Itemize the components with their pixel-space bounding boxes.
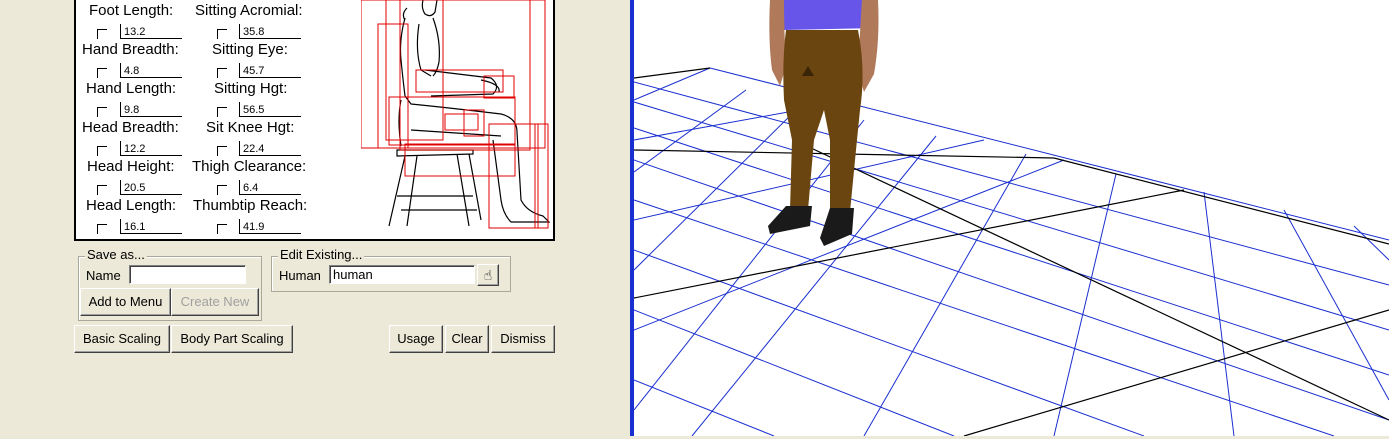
seated-figure-diagram <box>361 0 551 229</box>
3d-viewport[interactable] <box>630 0 1389 437</box>
clear-button[interactable]: Clear <box>445 325 489 353</box>
label-sit-knee-hgt: Sit Knee Hgt: <box>206 119 295 136</box>
edit-existing-legend: Edit Existing... <box>278 247 365 262</box>
field-sitting-eye[interactable]: 45.7 <box>239 63 301 78</box>
checkbox-foot-length[interactable] <box>97 29 107 39</box>
label-thumbtip-reach: Thumbtip Reach: <box>193 197 308 214</box>
field-head-height[interactable]: 20.5 <box>120 180 182 195</box>
label-hand-length: Hand Length: <box>86 80 177 97</box>
checkbox-sitting-eye[interactable] <box>217 68 227 78</box>
checkbox-hand-breadth[interactable] <box>97 68 107 78</box>
checkbox-thigh-clearance[interactable] <box>217 185 227 195</box>
field-foot-length[interactable]: 13.2 <box>120 24 182 39</box>
field-thigh-clearance[interactable]: 6.4 <box>239 180 301 195</box>
field-sitting-acromial[interactable]: 35.8 <box>239 24 301 39</box>
field-hand-length[interactable]: 9.8 <box>120 102 182 117</box>
name-input[interactable] <box>129 265 246 284</box>
label-foot-length: Foot Length: <box>89 2 174 19</box>
checkbox-sitting-hgt[interactable] <box>217 107 227 117</box>
basic-scaling-button[interactable]: Basic Scaling <box>74 325 170 353</box>
label-head-breadth: Head Breadth: <box>82 119 179 136</box>
save-as-legend: Save as... <box>85 247 147 262</box>
body-part-scaling-button[interactable]: Body Part Scaling <box>171 325 293 353</box>
label-sitting-hgt: Sitting Hgt: <box>214 80 288 97</box>
create-new-button: Create New <box>171 288 259 316</box>
checkbox-head-height[interactable] <box>97 185 107 195</box>
add-to-menu-button[interactable]: Add to Menu <box>80 288 171 316</box>
field-head-length[interactable]: 16.1 <box>120 219 182 234</box>
label-sitting-eye: Sitting Eye: <box>212 41 288 58</box>
human-label: Human <box>279 268 321 283</box>
dismiss-button[interactable]: Dismiss <box>491 325 555 353</box>
field-hand-breadth[interactable]: 4.8 <box>120 63 182 78</box>
checkbox-head-breadth[interactable] <box>97 146 107 156</box>
checkbox-sitting-acromial[interactable] <box>217 29 227 39</box>
field-head-breadth[interactable]: 12.2 <box>120 141 182 156</box>
label-head-length: Head Length: <box>86 197 177 214</box>
name-label: Name <box>86 268 121 283</box>
checkbox-hand-length[interactable] <box>97 107 107 117</box>
measurements-form: Foot Length: 13.2 Hand Breadth: 4.8 Hand… <box>74 0 555 241</box>
usage-button[interactable]: Usage <box>389 325 443 353</box>
label-thigh-clearance: Thigh Clearance: <box>192 158 307 175</box>
checkbox-head-length[interactable] <box>97 224 107 234</box>
hand-pointer-icon[interactable]: ☝ <box>477 264 499 286</box>
field-thumbtip-reach[interactable]: 41.9 <box>239 219 301 234</box>
label-sitting-acromial: Sitting Acromial: <box>195 2 303 19</box>
human-input[interactable]: human <box>329 265 475 284</box>
field-sit-knee-hgt[interactable]: 22.4 <box>239 141 301 156</box>
label-head-height: Head Height: <box>87 158 175 175</box>
checkbox-sit-knee-hgt[interactable] <box>217 146 227 156</box>
field-sitting-hgt[interactable]: 56.5 <box>239 102 301 117</box>
ground-grid <box>633 0 1389 437</box>
label-hand-breadth: Hand Breadth: <box>82 41 179 58</box>
anthropometry-panel: Foot Length: 13.2 Hand Breadth: 4.8 Hand… <box>0 0 630 436</box>
checkbox-thumbtip-reach[interactable] <box>217 224 227 234</box>
